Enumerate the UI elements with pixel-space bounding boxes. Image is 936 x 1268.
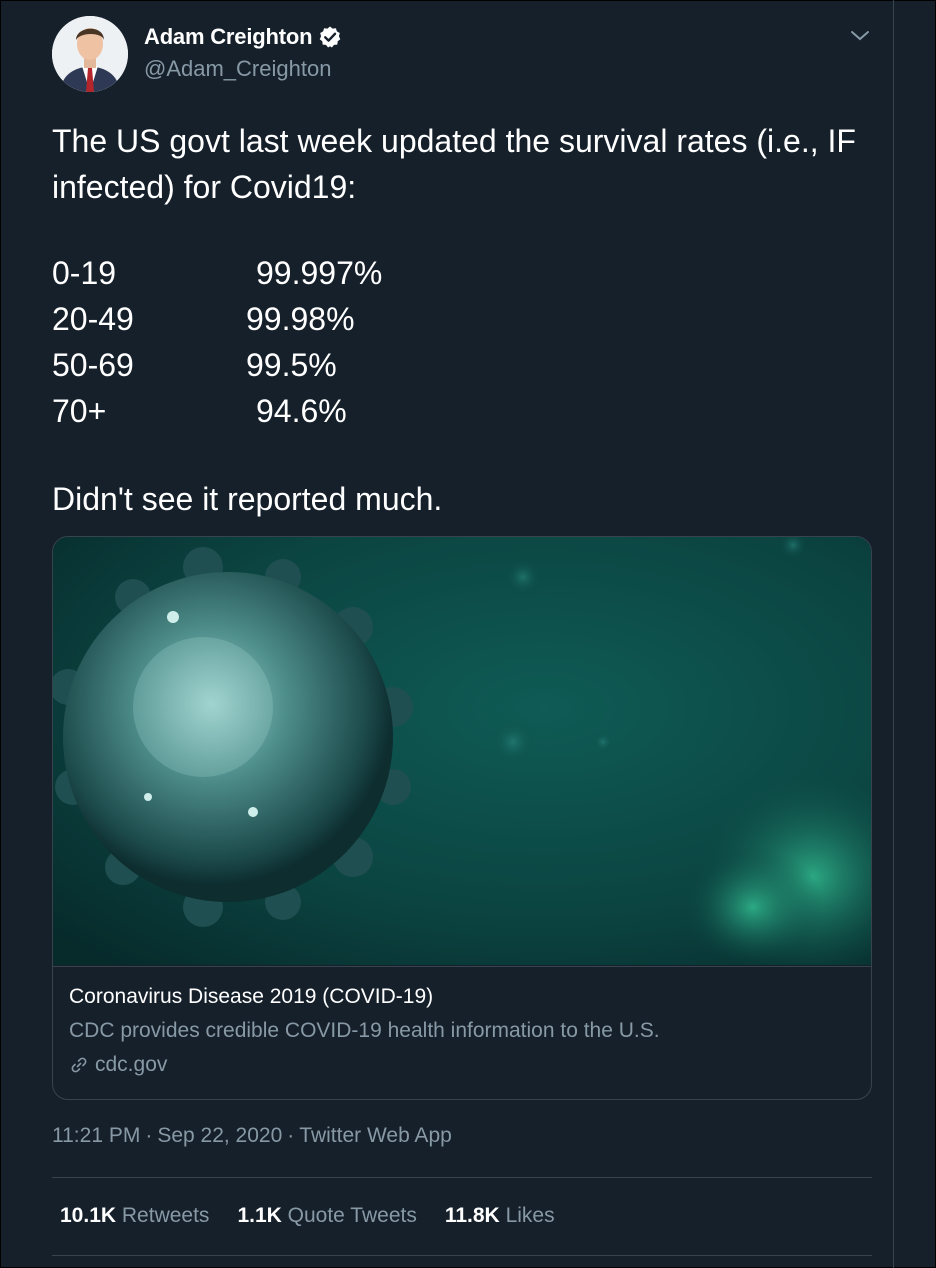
retweets-label: Retweets [121,1204,210,1227]
retweets-stat[interactable]: 10.1K Retweets [60,1204,209,1228]
link-icon [71,1057,87,1073]
quote-tweets-label: Quote Tweets [287,1204,417,1227]
divider [52,1255,872,1256]
rate-value: 99.98% [246,301,355,337]
card-body[interactable]: Coronavirus Disease 2019 (COVID-19) CDC … [53,966,871,1099]
rate-row: 0-19 99.997% [52,250,552,296]
verified-badge-icon [320,26,341,48]
quote-tweets-stat[interactable]: 1.1K Quote Tweets [237,1204,416,1228]
card-title[interactable]: Coronavirus Disease 2019 (COVID-19) [69,985,433,1009]
card-domain-text[interactable]: cdc.gov [95,1053,167,1077]
quote-tweets-count: 1.1K [237,1204,282,1227]
card-description: CDC provides credible COVID-19 health in… [69,1019,660,1042]
tweet-time[interactable]: 11:21 PM [52,1124,140,1147]
likes-label: Likes [505,1204,555,1227]
tweet-intro: The US govt last week updated the surviv… [52,118,882,210]
rate-value: 94.6% [256,393,347,429]
author-name[interactable]: Adam Creighton [144,24,313,50]
author-handle[interactable]: @Adam_Creighton [144,56,331,82]
rate-value: 99.5% [246,347,337,383]
rate-row: 50-69 99.5% [52,342,552,388]
engagement-stats: 10.1K Retweets 1.1K Quote Tweets 11.8K L… [60,1204,555,1228]
tweet-date[interactable]: Sep 22, 2020 [157,1124,282,1147]
rate-age: 20-49 [52,301,134,337]
column-border [893,0,894,1268]
retweets-count: 10.1K [60,1204,117,1227]
tweet-closing: Didn't see it reported much. [52,481,443,517]
rate-age: 50-69 [52,347,134,383]
tweet-intro-text: The US govt last week updated the surviv… [52,123,856,205]
survival-rate-list: 0-19 99.997% 20-49 99.98% 50-69 99.5% 70… [52,250,552,434]
tweet-header: Adam Creighton @Adam_Creighton [52,16,882,96]
meta-separator: · [287,1124,295,1147]
rate-age: 0-19 [52,255,117,291]
meta-separator: · [145,1124,153,1147]
rate-row: 20-49 99.98% [52,296,552,342]
link-card[interactable]: Coronavirus Disease 2019 (COVID-19) CDC … [52,536,872,1100]
tweet-meta: 11:21 PM · Sep 22, 2020 · Twitter Web App [52,1124,452,1148]
likes-count: 11.8K [444,1204,500,1227]
tweet-source[interactable]: Twitter Web App [299,1124,452,1147]
avatar[interactable] [52,16,128,92]
rate-value: 99.997% [256,255,383,291]
card-image[interactable] [53,537,871,965]
card-domain[interactable]: cdc.gov [69,1053,167,1077]
chevron-down-icon[interactable] [848,24,872,48]
rate-age: 70+ [52,393,107,429]
likes-stat[interactable]: 11.8K Likes [445,1204,555,1228]
divider [52,1177,872,1178]
rate-row: 70+ 94.6% [52,388,552,434]
